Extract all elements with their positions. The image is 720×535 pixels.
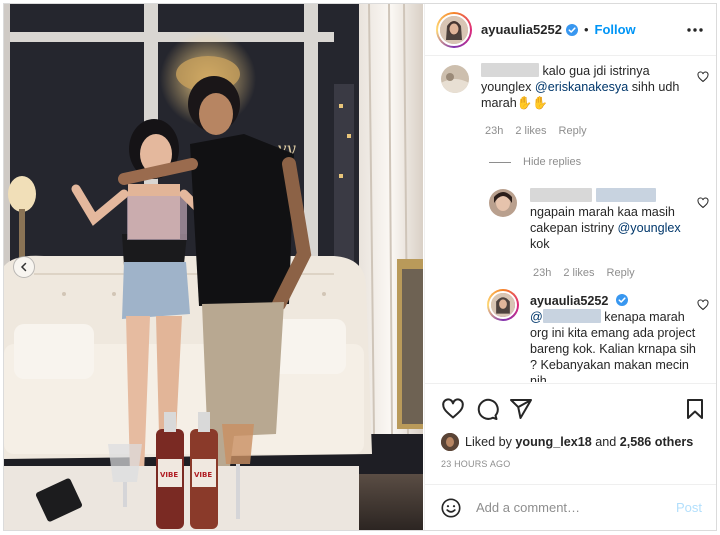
reply-text: kok	[530, 237, 550, 251]
post-photo[interactable]: ~ vy	[4, 4, 423, 530]
replies-divider	[489, 162, 511, 163]
author-reply-avatar[interactable]	[487, 289, 519, 321]
comment-text: kalo gua jdi istrinya	[542, 64, 650, 78]
reply-time: 23h	[533, 267, 552, 279]
comment-meta: 23h 2 likes Reply	[485, 125, 587, 137]
svg-text:VIBE: VIBE	[160, 471, 178, 479]
likes-others-link[interactable]: 2,586 others	[620, 435, 694, 449]
likes-connector: and	[595, 435, 617, 449]
hide-replies-button[interactable]: Hide replies	[523, 156, 581, 168]
reply-avatar[interactable]	[489, 189, 517, 217]
bookmark-icon[interactable]	[683, 397, 707, 421]
comment-text: younglex	[481, 80, 532, 94]
mention-link[interactable]: @younglex	[618, 221, 681, 235]
comment-time: 23h	[485, 125, 504, 137]
reply-like-heart-icon[interactable]	[697, 197, 709, 209]
liker-username[interactable]: young_lex18	[515, 435, 591, 449]
share-icon[interactable]	[509, 397, 533, 421]
post-image: ~ vy	[4, 4, 423, 530]
emoji-icon[interactable]	[440, 497, 462, 519]
blurred-mention	[542, 309, 601, 323]
likes-summary[interactable]: Liked by young_lex18 and 2,586 others	[441, 433, 693, 451]
blurred-username	[530, 188, 592, 202]
reply-button[interactable]: Reply	[559, 125, 587, 137]
comments-list[interactable]: kalo gua jdi istrinya younglex @eriskana…	[425, 57, 716, 382]
reply-likes-link[interactable]: 2 likes	[563, 267, 594, 279]
comment-body: kalo gua jdi istrinya younglex @eriskana…	[481, 63, 686, 111]
author-avatar[interactable]	[436, 11, 472, 48]
more-horizontal-icon[interactable]	[685, 20, 705, 40]
heart-icon[interactable]	[441, 397, 465, 421]
verified-badge-icon	[615, 294, 628, 306]
post-comment-button[interactable]: Post	[676, 500, 702, 515]
comment-composer: Post	[425, 484, 716, 530]
comment-input[interactable]	[476, 500, 666, 515]
liker-avatar[interactable]	[441, 433, 459, 451]
post-header: ayuaulia5252 • Follow	[425, 4, 716, 56]
svg-text:VIBE: VIBE	[194, 471, 212, 479]
author-username[interactable]: ayuaulia5252	[481, 22, 562, 37]
post-timestamp: 23 HOURS AGO	[441, 459, 511, 469]
reply-meta: 23h 2 likes Reply	[533, 267, 635, 279]
comment-icon[interactable]	[475, 397, 499, 421]
chevron-left-icon	[20, 262, 27, 272]
instagram-post-window: ~ vy	[3, 3, 717, 531]
blurred-mention	[595, 188, 656, 202]
author-reply-body: ayuaulia5252 @ kenapa marah org ini kita…	[530, 293, 700, 382]
likes-prefix: Liked by	[465, 435, 512, 449]
blurred-username	[481, 63, 539, 77]
reply-username[interactable]: ayuaulia5252	[530, 294, 608, 308]
mention-link[interactable]: @eriskanakesya	[535, 80, 628, 94]
reply-body: ngapain marah kaa masih cakepan istriny …	[530, 188, 690, 252]
commenter-avatar[interactable]	[441, 65, 469, 93]
reply-button[interactable]: Reply	[607, 267, 635, 279]
separator-dot: •	[583, 22, 589, 37]
comment-likes-link[interactable]: 2 likes	[515, 125, 546, 137]
follow-button[interactable]: Follow	[595, 22, 636, 37]
comment-like-heart-icon[interactable]	[697, 71, 709, 83]
post-side-panel: ayuaulia5252 • Follow kalo gua jdi istri…	[424, 4, 716, 530]
carousel-prev-button[interactable]	[13, 256, 35, 278]
reply-like-heart-icon[interactable]	[697, 299, 709, 311]
verified-badge-icon	[565, 23, 578, 36]
mention-link[interactable]: @	[530, 310, 543, 324]
